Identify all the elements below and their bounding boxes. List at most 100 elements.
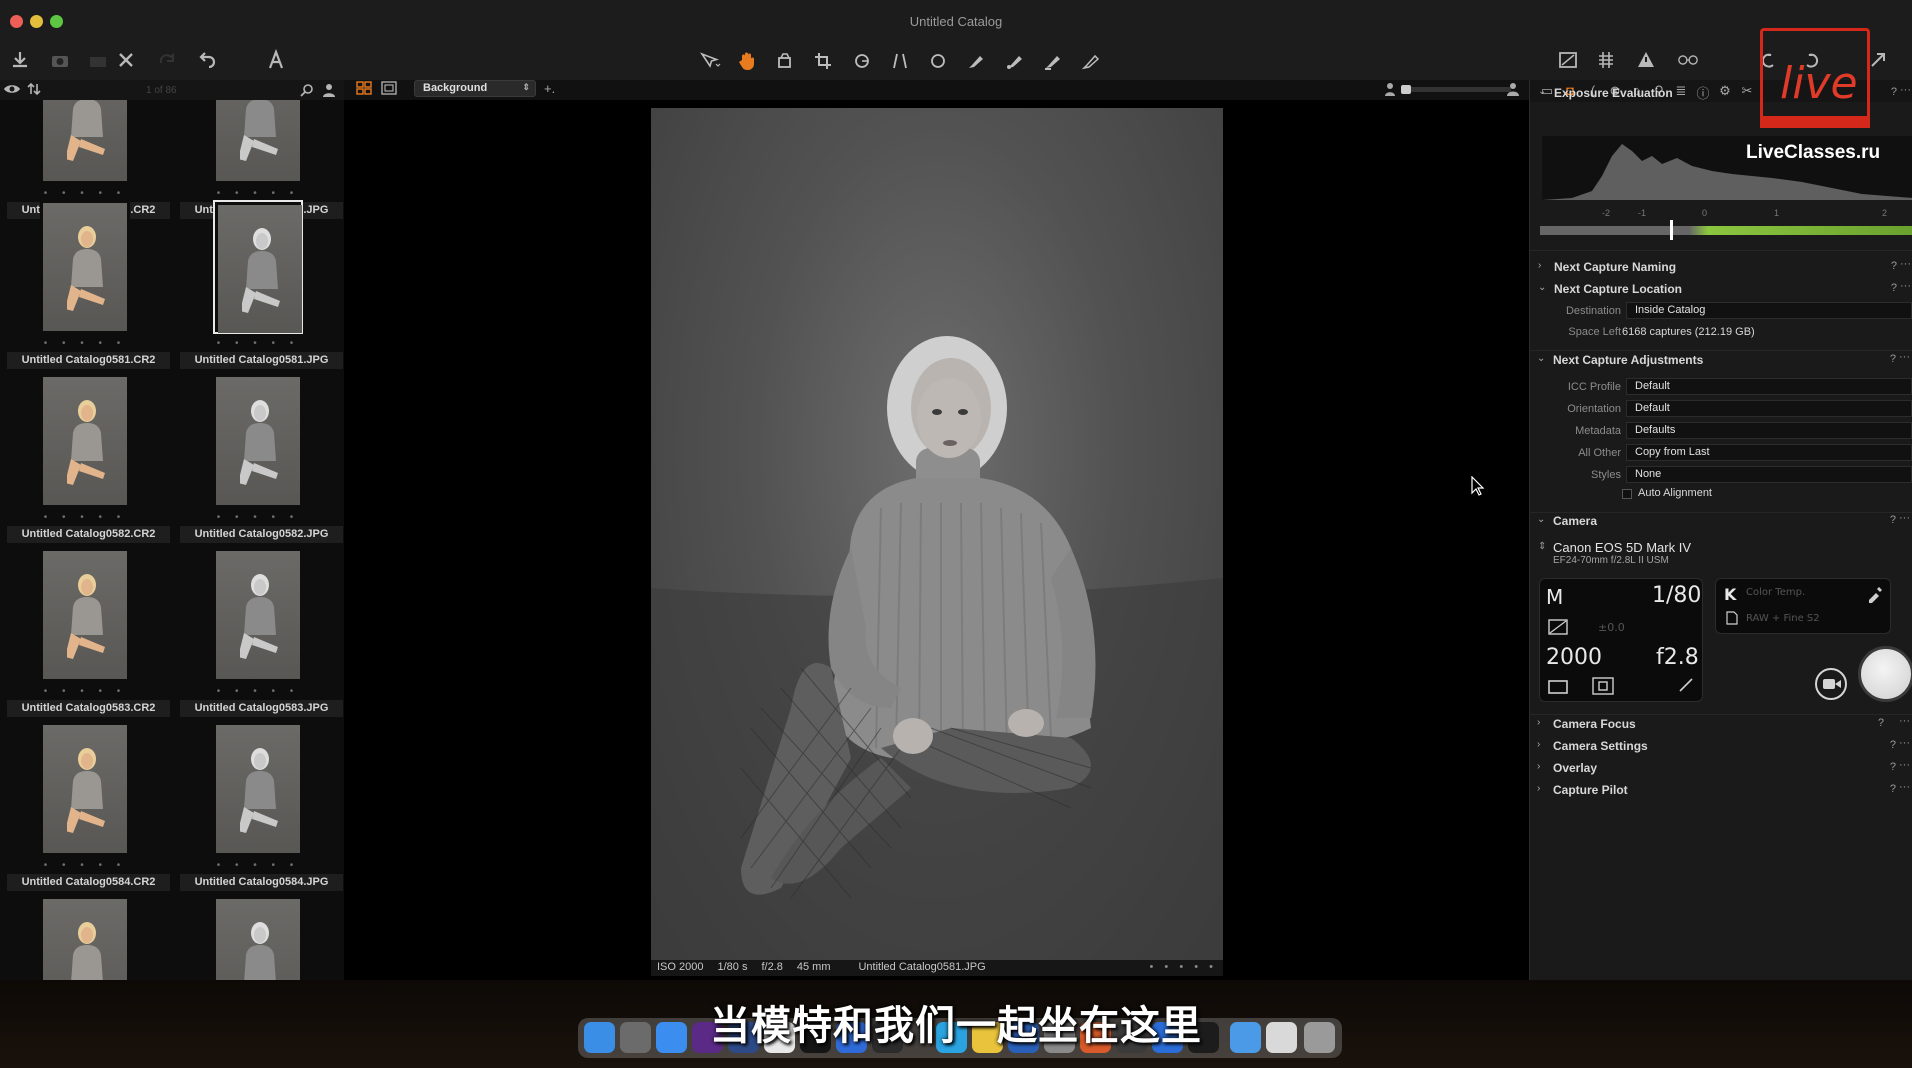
camera-shutter[interactable]: 1/80 [1652,583,1701,608]
styles-select[interactable]: None [1626,466,1912,483]
thumbnail[interactable] [40,548,130,682]
section-next-capture-adjustments[interactable]: ⌄ Next Capture Adjustments ? ··· [1529,351,1912,371]
slider-thumb[interactable] [1401,85,1411,94]
loupe-tool-icon[interactable] [772,49,800,73]
thumbnail[interactable] [213,374,303,508]
thumbnail[interactable] [40,374,130,508]
section-camera-settings[interactable]: › Camera Settings ? ··· [1529,737,1912,757]
more-icon[interactable]: ··· [1899,715,1910,727]
text-icon[interactable] [262,46,290,74]
capture-icon[interactable] [84,46,112,74]
thumbnail-cell[interactable]: • • • • • [176,896,339,980]
compare-icon[interactable] [1554,46,1582,74]
help-icon[interactable]: ? [1891,260,1897,272]
section-camera-focus[interactable]: › Camera Focus ? ··· [1529,715,1912,735]
camera-select-arrows-icon[interactable]: ⇕ [1538,541,1546,552]
help-icon[interactable]: ? [1890,514,1896,526]
thumbnail-rating[interactable]: • • • • • [33,338,137,349]
keystone-tool-icon[interactable] [887,49,915,73]
all-other-select[interactable]: Copy from Last [1626,444,1912,461]
thumbnail[interactable] [213,548,303,682]
thumbnail-cell[interactable]: • • • • • Untitled Catalog0584.CR2 [3,722,170,894]
import-icon[interactable] [6,46,34,74]
thumbnail-cell[interactable]: • • • • • Untitled Catalog0581.JPG [176,200,343,372]
more-icon[interactable]: ··· [1899,512,1910,524]
sort-icon[interactable] [27,82,41,98]
undo-icon[interactable] [194,46,222,74]
help-icon[interactable]: ? [1891,282,1897,294]
crop-tool-icon[interactable] [811,49,839,73]
destination-select[interactable]: Inside Catalog [1626,302,1912,319]
section-camera[interactable]: ⌄ Camera ? ··· [1529,512,1912,532]
more-icon[interactable]: ··· [1899,737,1910,749]
spot-tool-icon[interactable] [925,49,953,73]
section-next-capture-naming[interactable]: › Next Capture Naming ? ··· [1530,258,1912,278]
search-icon[interactable] [300,83,314,100]
metering-icon[interactable] [1592,677,1614,695]
grid-icon[interactable] [1592,46,1620,74]
file-format[interactable]: RAW + Fine S2 [1746,613,1820,624]
help-icon[interactable]: ? [1890,353,1896,365]
section-next-capture-location[interactable]: ⌄ Next Capture Location ? ··· [1530,280,1912,300]
drive-mode-icon[interactable] [1548,679,1568,695]
glasses-icon[interactable] [1674,46,1702,74]
eraser-tool-icon[interactable] [1002,49,1030,73]
help-icon[interactable]: ? [1890,783,1896,795]
help-icon[interactable]: ? [1878,717,1884,729]
thumbnail[interactable] [40,200,130,334]
thumbnail-rating[interactable]: • • • • • [33,860,137,871]
help-icon[interactable]: ? [1890,739,1896,751]
thumbnail[interactable] [213,896,303,980]
thumbnail-cell[interactable]: • • • • • Untitled Catalog0583.CR2 [3,548,170,720]
more-icon[interactable]: ··· [1900,280,1911,292]
pan-tool-icon[interactable] [734,49,762,73]
thumbnail-rating[interactable]: • • • • • [206,188,310,199]
thumbnail-rating[interactable]: • • • • • [206,860,310,871]
redo-icon[interactable] [152,46,180,74]
camera-iso[interactable]: 2000 [1546,645,1602,670]
viewer-mode-icon[interactable] [381,81,397,95]
exposure-comp-value[interactable]: ±0.0 [1598,621,1625,634]
thumbnail[interactable] [40,100,130,184]
main-photo[interactable] [651,108,1223,960]
thumbnail-rating[interactable]: • • • • • [33,686,137,697]
thumbnail-cell[interactable]: • • • • • [3,896,166,980]
gradient-tool-icon[interactable] [1040,49,1068,73]
thumbnail-rating[interactable]: • • • • • [33,188,137,199]
more-icon[interactable]: ··· [1900,258,1911,270]
thumbnail[interactable] [40,722,130,856]
icc-profile-select[interactable]: Default [1626,378,1912,395]
live-view-button[interactable] [1815,668,1847,700]
more-icon[interactable]: ··· [1900,84,1911,96]
thumbnail[interactable] [40,896,130,980]
delete-icon[interactable] [112,46,140,74]
thumbnail[interactable] [213,722,303,856]
thumbnail-cell[interactable]: • • • • • Untitled Catalog0584.JPG [176,722,343,894]
section-overlay[interactable]: › Overlay ? ··· [1529,759,1912,779]
orientation-select[interactable]: Default [1626,400,1912,417]
camera-aperture[interactable]: f2.8 [1656,645,1699,670]
capture-button[interactable] [1858,646,1912,702]
eye-icon[interactable] [3,83,21,98]
color-temp-label[interactable]: Color Temp. [1746,587,1805,598]
more-icon[interactable]: ··· [1899,759,1910,771]
more-icon[interactable]: ··· [1899,351,1910,363]
metadata-select[interactable]: Defaults [1626,422,1912,439]
help-icon[interactable]: ? [1890,761,1896,773]
thumbnail-cell[interactable]: • • • • • Untitled Catalog0582.CR2 [3,374,170,546]
pick-tool-icon[interactable] [1078,49,1106,73]
camera-mode[interactable]: M [1546,585,1563,609]
info-rating[interactable]: • • • • • [1150,961,1217,975]
thumbnail-rating[interactable]: • • • • • [206,686,310,697]
more-icon[interactable]: ··· [1899,781,1910,793]
add-variant-icon[interactable]: +. [544,81,555,96]
rotate-tool-icon[interactable] [849,49,877,73]
focus-mode-icon[interactable] [1676,675,1696,693]
thumbnail-rating[interactable]: • • • • • [206,512,310,523]
user-icon[interactable] [322,83,336,100]
warning-icon[interactable] [1632,46,1660,74]
thumbnail-cell[interactable]: • • • • • Untitled Catalog0583.JPG [176,548,343,720]
select-tool-icon[interactable] [696,49,724,73]
thumbnail[interactable] [213,100,303,184]
view-select[interactable]: Background ⇕ [414,80,536,97]
